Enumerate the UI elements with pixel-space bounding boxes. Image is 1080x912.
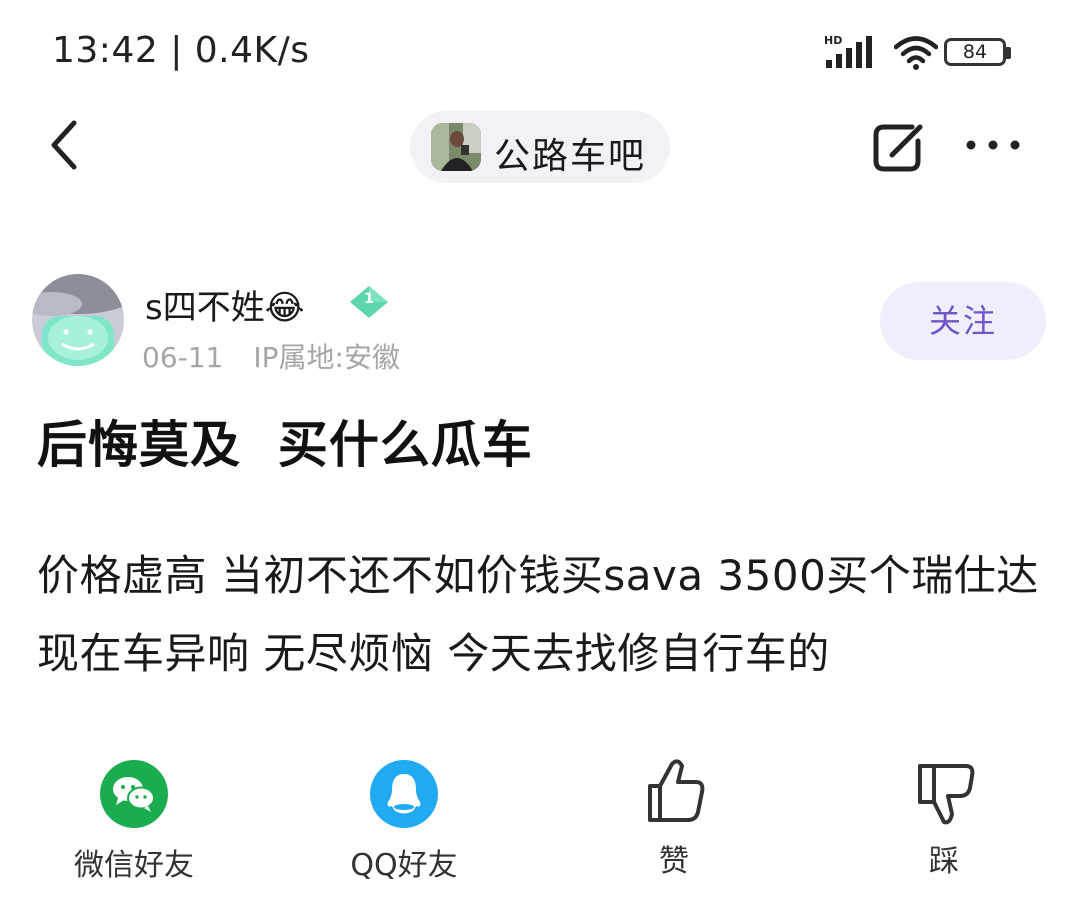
battery-level: 84 [962, 41, 988, 63]
wifi-icon [893, 36, 939, 74]
more-options-button[interactable] [962, 125, 1024, 165]
share-wechat-button[interactable]: 微信好友 [34, 752, 234, 892]
status-bar: 13:42 | 0.4K/s HD 84 [0, 0, 1080, 105]
author-name[interactable]: s四不姓😂 [145, 280, 304, 329]
top-nav: 公路车吧 [0, 105, 1080, 190]
status-time: 13:42 | 0.4K/s [52, 30, 310, 71]
battery-cap [1006, 47, 1011, 59]
share-qq-label: QQ好友 [350, 848, 458, 883]
forum-avatar [431, 123, 481, 171]
forum-header-button[interactable]: 公路车吧 [410, 111, 670, 183]
signal-icon: HD [824, 34, 874, 70]
level-badge: 1 [348, 284, 390, 320]
dislike-label: 踩 [929, 844, 959, 879]
wechat-icon [100, 760, 168, 828]
qq-icon [370, 760, 438, 828]
post-date: 06-11 [142, 341, 224, 374]
level-number: 1 [364, 291, 374, 307]
ip-location: IP属地:安徽 [253, 341, 400, 374]
post-meta: 06-11 IP属地:安徽 [142, 336, 400, 376]
like-label: 赞 [659, 844, 689, 879]
follow-button[interactable]: 关注 [880, 282, 1046, 360]
edit-post-button[interactable] [868, 117, 928, 177]
thumbs-down-icon [914, 762, 978, 832]
edit-icon [873, 124, 923, 172]
post-title: 后悔莫及 买什么瓜车 [37, 416, 533, 474]
forum-name: 公路车吧 [494, 136, 647, 177]
dislike-button[interactable]: 踩 [844, 752, 1044, 892]
back-button[interactable] [40, 117, 90, 173]
chevron-left-icon [51, 120, 77, 170]
share-wechat-label: 微信好友 [74, 848, 194, 883]
share-qq-button[interactable]: QQ好友 [304, 752, 504, 892]
user-avatar[interactable] [32, 274, 124, 366]
share-bar: 微信好友 QQ好友 赞 踩 [0, 752, 1080, 892]
more-dots-icon [966, 140, 1020, 150]
post-body: 价格虚高 当初不还不如价钱买sava 3500买个瑞仕达 现在车异响 无尽烦恼 … [37, 551, 1039, 678]
thumbs-up-icon [644, 756, 708, 826]
battery-icon: 84 [944, 38, 1011, 66]
like-button[interactable]: 赞 [574, 752, 774, 892]
post-header: s四不姓😂 1 06-11 IP属地:安徽 关注 [0, 268, 1080, 378]
